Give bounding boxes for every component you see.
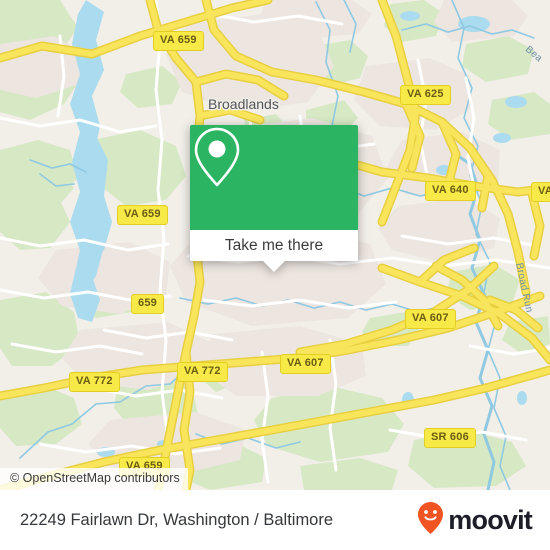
road-shield-va-607-east[interactable]: VA 607 — [405, 309, 456, 329]
osm-attribution[interactable]: © OpenStreetMap contributors — [0, 468, 188, 490]
road-shield-va-659-north[interactable]: VA 659 — [153, 31, 204, 51]
road-shield-va-772-mid[interactable]: VA 772 — [177, 362, 228, 382]
road-shield-va-659-mid[interactable]: VA 659 — [117, 205, 168, 225]
address-label: 22249 Fairlawn Dr, Washington / Baltimor… — [20, 510, 334, 529]
take-me-there-button-label: Take me there — [224, 236, 324, 254]
road-shield-va-772-west[interactable]: VA 772 — [69, 372, 120, 392]
moovit-brand-logo[interactable]: moovit — [416, 501, 533, 540]
map-canvas[interactable]: Broadlands Broad Run Bea VA 659 VA 625 V… — [0, 0, 550, 490]
popup-action-footer[interactable]: Take me there — [190, 230, 358, 272]
road-shield-659-small[interactable]: 659 — [131, 294, 164, 314]
road-shield-va-640[interactable]: VA 640 — [425, 181, 476, 201]
road-shield-va-right-clip[interactable]: VA — [531, 182, 550, 202]
road-shield-sr-606[interactable]: SR 606 — [424, 428, 476, 448]
moovit-wordmark: moovit — [448, 504, 533, 535]
road-shield-va-607-mid[interactable]: VA 607 — [280, 354, 331, 374]
road-shield-va-625[interactable]: VA 625 — [400, 85, 451, 105]
popup-tail-pointer — [263, 261, 285, 272]
location-popup-card[interactable]: Take me there — [190, 125, 358, 272]
popup-image-area — [190, 125, 358, 230]
bottom-info-bar: 22249 Fairlawn Dr, Washington / Baltimor… — [0, 490, 550, 550]
moovit-map-screenshot: Broadlands Broad Run Bea VA 659 VA 625 V… — [0, 0, 550, 550]
moovit-pin-smiley-icon — [416, 501, 445, 540]
place-label-broadlands: Broadlands — [208, 96, 279, 112]
